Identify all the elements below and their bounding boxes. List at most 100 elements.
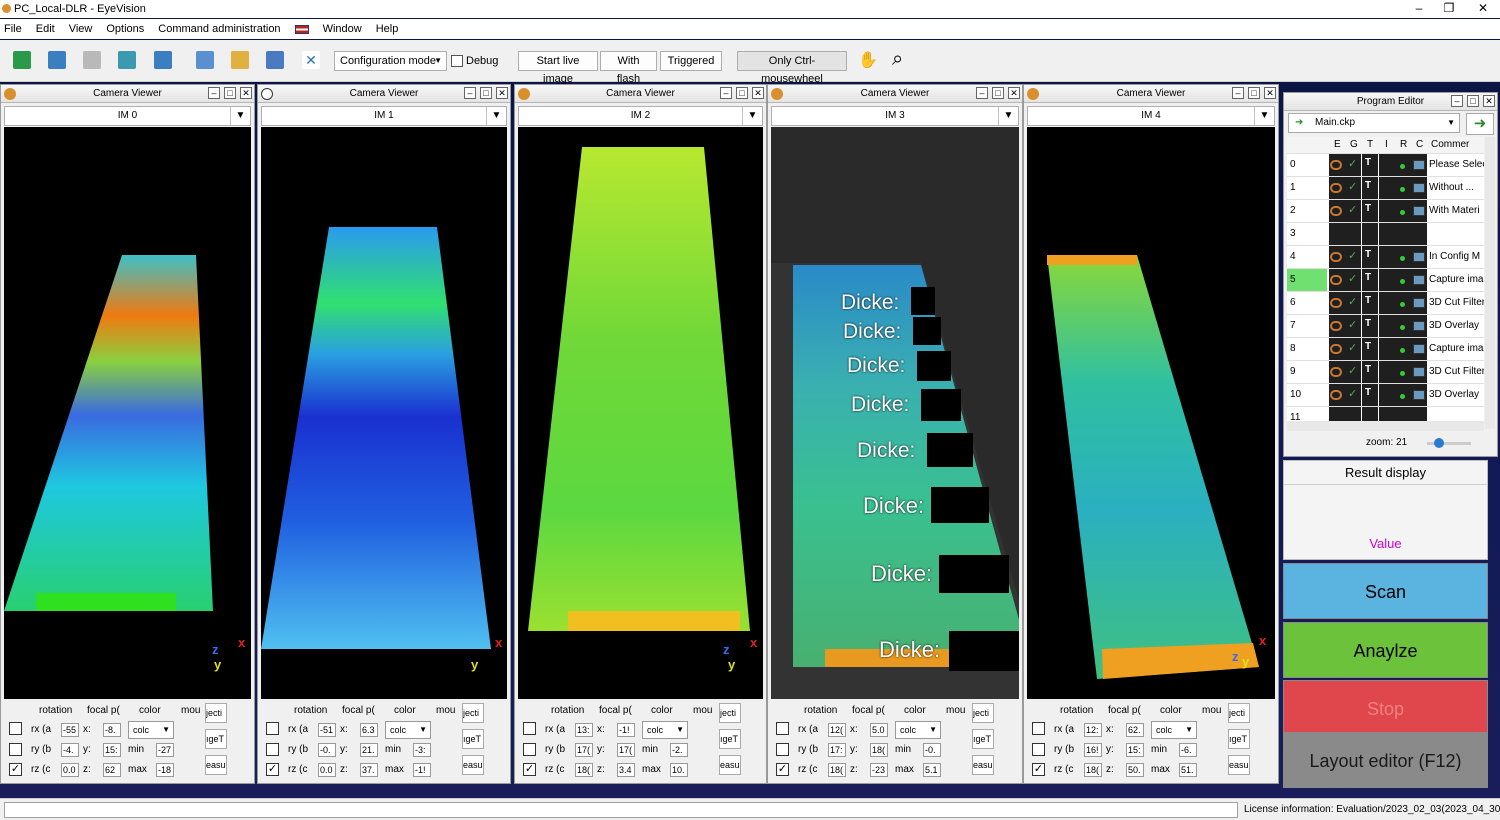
x-field[interactable]: 62. bbox=[1126, 723, 1144, 737]
only-ctrl-mousewheel-button[interactable]: Only Ctrl-mousewheel bbox=[737, 51, 847, 85]
program-row[interactable]: 7 ✓ T 3D Overlay bbox=[1287, 315, 1484, 338]
close-icon[interactable]: ✕ bbox=[1468, 0, 1498, 18]
y-field[interactable]: 18( bbox=[870, 743, 888, 757]
rz-field[interactable]: 0.0 bbox=[318, 763, 336, 777]
y-field[interactable]: 21. bbox=[360, 743, 378, 757]
projection-button[interactable]: jecti bbox=[205, 703, 227, 723]
rz-checkbox[interactable]: ✓ bbox=[9, 763, 22, 776]
row-cell[interactable] bbox=[1362, 223, 1378, 245]
row-cell[interactable] bbox=[1379, 223, 1395, 245]
mode-select[interactable]: Configuration mode ▼ bbox=[334, 51, 447, 71]
rx-checkbox[interactable] bbox=[9, 722, 22, 735]
image-select[interactable]: IM 1 ▼ bbox=[261, 106, 507, 126]
measure-button[interactable]: easu bbox=[462, 755, 484, 775]
program-row[interactable]: 6 ✓ T 3D Cut Filter bbox=[1287, 292, 1484, 315]
max-field[interactable]: 5.1 bbox=[923, 763, 941, 777]
projection-button[interactable]: jecti bbox=[462, 703, 484, 723]
ry-checkbox[interactable] bbox=[9, 743, 22, 756]
min-field[interactable]: -2. bbox=[670, 743, 688, 757]
rz-field[interactable]: 0.0 bbox=[61, 763, 79, 777]
rz-checkbox[interactable]: ✓ bbox=[523, 763, 536, 776]
rx-field[interactable]: 12( bbox=[828, 723, 846, 737]
rz-field[interactable]: 18( bbox=[575, 763, 593, 777]
ry-checkbox[interactable] bbox=[523, 743, 536, 756]
close-icon[interactable]: ✕ bbox=[1008, 87, 1020, 99]
menu-edit[interactable]: Edit bbox=[36, 23, 55, 35]
z-field[interactable]: -23 bbox=[870, 763, 888, 777]
rx-field[interactable]: -55 bbox=[61, 723, 79, 737]
save-icon[interactable] bbox=[266, 51, 284, 69]
min-field[interactable]: -0. bbox=[923, 743, 941, 757]
close-icon[interactable]: ✕ bbox=[1264, 87, 1276, 99]
with-flash-button[interactable]: With flash bbox=[600, 51, 657, 85]
rz-checkbox[interactable]: ✓ bbox=[776, 763, 789, 776]
open-folder-icon[interactable] bbox=[231, 51, 249, 69]
z-field[interactable]: 62 bbox=[103, 763, 121, 777]
row-cell[interactable] bbox=[1379, 200, 1395, 222]
x-field[interactable]: -1! bbox=[617, 723, 635, 737]
point-cloud-view[interactable]: Dicke: Dicke: Dicke: Dicke: Dicke: Dicke… bbox=[771, 127, 1019, 699]
z-field[interactable]: 3.4 bbox=[617, 763, 635, 777]
row-cell[interactable] bbox=[1379, 361, 1395, 383]
min-field[interactable]: -6. bbox=[1179, 743, 1197, 757]
measure-button[interactable]: easu bbox=[1228, 755, 1250, 775]
image-button[interactable]: ıgeT bbox=[205, 729, 227, 749]
row-cell[interactable] bbox=[1329, 223, 1345, 245]
measure-button[interactable]: easu bbox=[205, 755, 227, 775]
document-icon[interactable] bbox=[196, 51, 214, 69]
program-row[interactable]: 8 ✓ T Capture ima bbox=[1287, 338, 1484, 361]
image-select[interactable]: IM 2 ▼ bbox=[518, 106, 763, 126]
rz-checkbox[interactable]: ✓ bbox=[1032, 763, 1045, 776]
scan-button[interactable]: Scan bbox=[1283, 563, 1488, 619]
ry-field[interactable]: 17: bbox=[828, 743, 846, 757]
rx-checkbox[interactable] bbox=[1032, 722, 1045, 735]
download-icon[interactable] bbox=[154, 51, 172, 69]
program-row[interactable]: 9 ✓ T 3D Cut Filter bbox=[1287, 361, 1484, 384]
ry-checkbox[interactable] bbox=[266, 743, 279, 756]
row-cell[interactable] bbox=[1411, 223, 1427, 245]
ry-checkbox[interactable] bbox=[776, 743, 789, 756]
export-icon[interactable] bbox=[118, 51, 136, 69]
color-select[interactable]: colc ▼ bbox=[1151, 721, 1197, 739]
minimize-icon[interactable]: – bbox=[720, 87, 732, 99]
maximize-icon[interactable]: □ bbox=[480, 87, 492, 99]
start-live-image-button[interactable]: Start live image bbox=[518, 51, 598, 85]
program-row[interactable]: 1 ✓ T Without ... bbox=[1287, 177, 1484, 200]
program-row[interactable]: 4 ✓ T In Config M bbox=[1287, 246, 1484, 269]
program-row[interactable]: 3 bbox=[1287, 223, 1484, 246]
min-field[interactable]: -27 bbox=[156, 743, 174, 757]
close-icon[interactable]: ✕ bbox=[240, 87, 252, 99]
minimize-icon[interactable]: – bbox=[1451, 95, 1463, 107]
projection-button[interactable]: jecti bbox=[1228, 703, 1250, 723]
image-button[interactable]: ıgeT bbox=[462, 729, 484, 749]
minimize-icon[interactable]: – bbox=[208, 87, 220, 99]
ry-checkbox[interactable] bbox=[1032, 743, 1045, 756]
maximize-icon[interactable]: □ bbox=[992, 87, 1004, 99]
debug-checkbox[interactable] bbox=[451, 55, 463, 67]
minimize-icon[interactable]: – bbox=[1232, 87, 1244, 99]
measure-button[interactable]: easu bbox=[719, 755, 741, 775]
ry-field[interactable]: 16! bbox=[1084, 743, 1102, 757]
maximize-icon[interactable]: □ bbox=[224, 87, 236, 99]
program-row[interactable]: 2 ✓ T With Materi bbox=[1287, 200, 1484, 223]
maximize-icon[interactable]: □ bbox=[736, 87, 748, 99]
zoom-icon[interactable]: ⌕ bbox=[892, 48, 903, 71]
color-select[interactable]: colc ▼ bbox=[895, 721, 941, 739]
hand-icon[interactable]: ✋ bbox=[858, 50, 878, 70]
point-cloud-view[interactable]: x y bbox=[261, 127, 507, 699]
rx-field[interactable]: 12: bbox=[1084, 723, 1102, 737]
z-field[interactable]: 37. bbox=[360, 763, 378, 777]
row-cell[interactable] bbox=[1345, 223, 1361, 245]
x-field[interactable]: 6.3 bbox=[360, 723, 378, 737]
menu-command-administration[interactable]: Command administration bbox=[158, 23, 280, 35]
point-cloud-view[interactable]: x z y bbox=[1027, 127, 1275, 699]
image-button[interactable]: ıgeT bbox=[719, 729, 741, 749]
max-field[interactable]: -18 bbox=[156, 763, 174, 777]
row-cell[interactable] bbox=[1379, 269, 1395, 291]
row-cell[interactable] bbox=[1379, 177, 1395, 199]
rz-field[interactable]: 18( bbox=[828, 763, 846, 777]
ry-field[interactable]: 17( bbox=[575, 743, 593, 757]
image-button[interactable]: ıgeT bbox=[1228, 729, 1250, 749]
color-select[interactable]: colc ▼ bbox=[128, 721, 174, 739]
horizontal-scrollbar[interactable] bbox=[1287, 421, 1484, 431]
